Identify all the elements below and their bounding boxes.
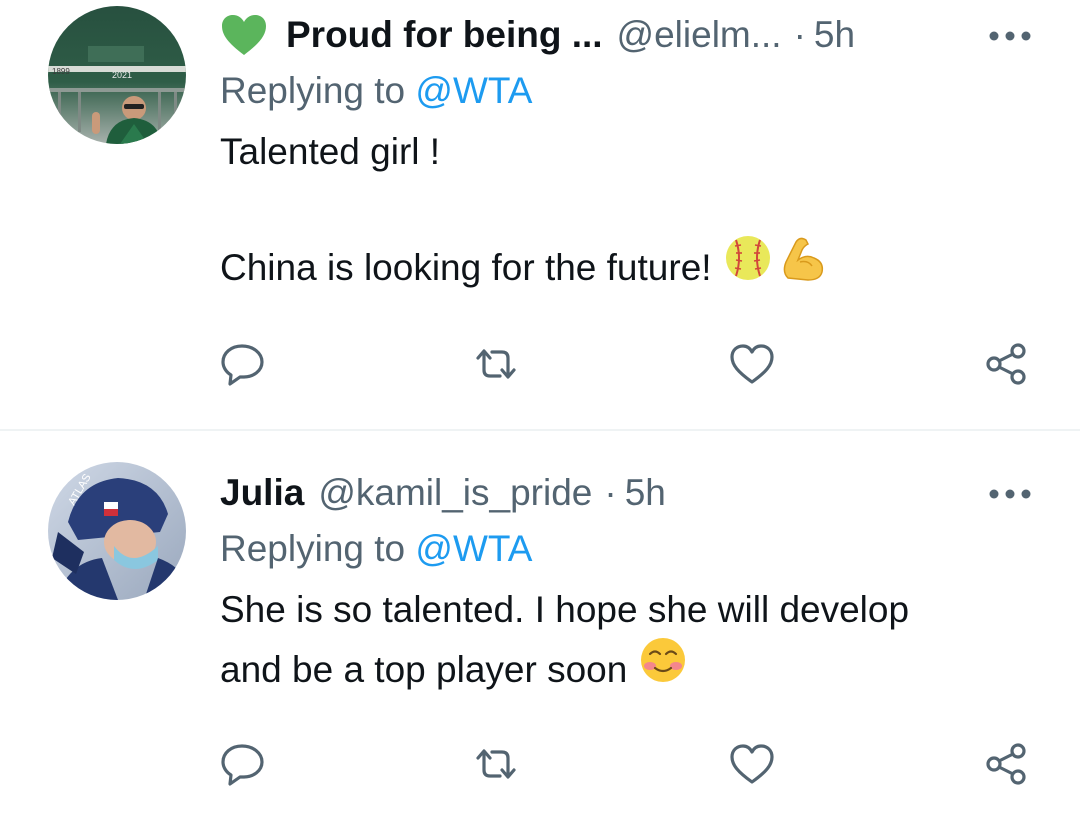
- tweet-header: Julia @kamil_is_pride · 5h: [220, 468, 1040, 518]
- separator-dot: ·: [793, 14, 806, 55]
- svg-text:1899: 1899: [52, 67, 70, 76]
- replying-mention-link[interactable]: @WTA: [415, 70, 532, 111]
- retweet-icon: [476, 749, 516, 779]
- tweet-text-line: and be a top player soon: [220, 638, 1040, 706]
- share-icon: [986, 743, 1026, 785]
- reply-icon: [221, 744, 264, 786]
- avatar[interactable]: ATLAS: [48, 462, 186, 600]
- replying-mention-link[interactable]: @WTA: [415, 528, 532, 569]
- tweet-text-line: Talented girl !: [220, 131, 441, 172]
- user-handle[interactable]: @kamil_is_pride: [318, 468, 592, 518]
- share-button[interactable]: [982, 742, 1030, 786]
- reply-button[interactable]: [220, 742, 268, 786]
- replying-prefix: Replying to: [220, 528, 406, 569]
- display-name[interactable]: Julia: [220, 468, 304, 518]
- share-icon: [986, 343, 1026, 385]
- retweet-button[interactable]: [472, 342, 520, 386]
- timestamp[interactable]: 5h: [814, 10, 855, 60]
- display-name[interactable]: Proud for being ...: [286, 10, 603, 60]
- like-icon: [730, 344, 774, 384]
- more-dots-icon: [989, 489, 1031, 499]
- tweet-text-line-content: and be a top player soon: [220, 648, 628, 690]
- tweet-text-line: China is looking for the future!: [220, 236, 1040, 304]
- smiling-face-with-blush-emoji: [637, 634, 689, 702]
- flexed-biceps-emoji: [778, 232, 830, 300]
- replying-to: Replying to @WTA: [220, 66, 1040, 124]
- retweet-button[interactable]: [472, 742, 520, 786]
- tweet-reply-2[interactable]: ATLAS Julia @kamil_is_pride · 5h Replyin…: [0, 430, 1080, 823]
- retweet-icon: [476, 349, 516, 379]
- like-button[interactable]: [728, 342, 776, 386]
- share-button[interactable]: [982, 342, 1030, 386]
- green-heart-icon: [220, 13, 268, 57]
- like-button[interactable]: [728, 742, 776, 786]
- replying-prefix: Replying to: [220, 70, 406, 111]
- tweet-actions: [220, 742, 1040, 786]
- like-icon: [730, 744, 774, 784]
- tweet-actions: [220, 342, 1040, 386]
- tweet-text: She is so talented. I hope she will deve…: [220, 582, 1040, 706]
- more-options-button[interactable]: [980, 474, 1040, 514]
- softball-emoji: [722, 232, 774, 300]
- reply-icon: [221, 344, 264, 386]
- separator-dot: ·: [604, 472, 617, 513]
- replying-to: Replying to @WTA: [220, 524, 1040, 582]
- user-handle[interactable]: @elielm...: [617, 10, 782, 60]
- timestamp[interactable]: 5h: [625, 468, 666, 518]
- tweet-text-line: She is so talented. I hope she will deve…: [220, 589, 910, 630]
- tweet-header: Proud for being ... @elielm... · 5h: [220, 10, 1040, 60]
- avatar[interactable]: 1899 2021: [48, 6, 186, 144]
- tweet-text-line-content: China is looking for the future!: [220, 246, 712, 288]
- more-dots-icon: [989, 31, 1031, 41]
- tweet-text: Talented girl ! China is looking for the…: [220, 124, 1040, 304]
- svg-text:2021: 2021: [112, 70, 132, 80]
- reply-button[interactable]: [220, 342, 268, 386]
- more-options-button[interactable]: [980, 16, 1040, 56]
- tweet-reply-1[interactable]: 1899 2021 Proud for being ... @elielm...: [0, 0, 1080, 430]
